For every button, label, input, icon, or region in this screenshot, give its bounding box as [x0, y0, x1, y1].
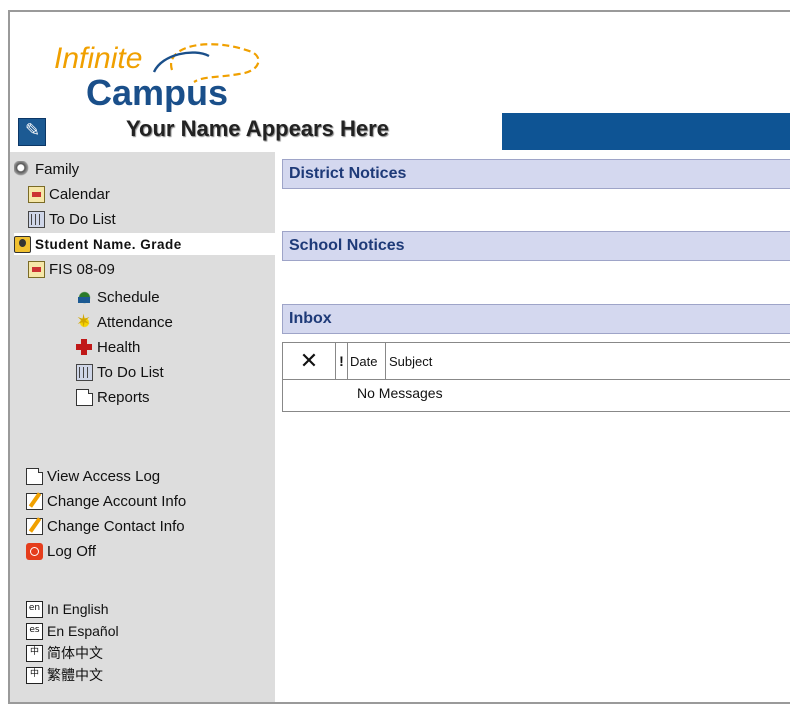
language-en-icon: en	[26, 600, 43, 618]
log-off-link[interactable]: Log Off	[26, 540, 96, 562]
subject-column-header[interactable]: Subject	[386, 343, 790, 379]
health-cross-icon	[76, 338, 93, 356]
school-notices-header: School Notices	[282, 231, 790, 261]
sidebar: Family Calendar To Do List Student Name.…	[10, 152, 275, 702]
sidebar-item-schedule[interactable]: Schedule	[76, 286, 160, 308]
view-access-log-link[interactable]: View Access Log	[26, 465, 160, 487]
sidebar-item-health[interactable]: Health	[76, 336, 140, 358]
student-icon	[14, 235, 31, 253]
sidebar-item-label: In English	[47, 601, 109, 617]
sidebar-item-label: Calendar	[49, 185, 110, 203]
attendance-sun-icon	[76, 311, 93, 332]
sidebar-item-label: Log Off	[47, 542, 96, 560]
language-zh-icon: 中	[26, 666, 43, 684]
sidebar-item-student-todo[interactable]: To Do List	[76, 361, 164, 383]
language-traditional-chinese-link[interactable]: 中 繁體中文	[26, 664, 103, 686]
sidebar-item-reports[interactable]: Reports	[76, 386, 150, 408]
document-icon	[76, 388, 93, 406]
edit-profile-icon[interactable]: ✎	[18, 118, 46, 146]
language-english-link[interactable]: en In English	[26, 598, 108, 620]
change-account-info-link[interactable]: Change Account Info	[26, 490, 186, 512]
sidebar-item-label: View Access Log	[47, 467, 161, 485]
calendar-icon	[28, 185, 45, 203]
sidebar-item-label: To Do List	[49, 210, 116, 228]
change-contact-info-link[interactable]: Change Contact Info	[26, 515, 185, 537]
language-simplified-chinese-link[interactable]: 中 简体中文	[26, 642, 103, 664]
sidebar-item-family-todo[interactable]: To Do List	[28, 208, 116, 230]
sidebar-item-family[interactable]: Family	[14, 158, 79, 180]
sidebar-item-label: Attendance	[97, 313, 173, 331]
language-spanish-link[interactable]: es En Español	[26, 620, 119, 642]
todo-list-icon	[28, 210, 45, 228]
sidebar-item-label: 简体中文	[47, 646, 103, 662]
sidebar-item-calendar-year[interactable]: FIS 08-09	[28, 258, 115, 280]
todo-list-icon	[76, 363, 93, 381]
document-icon	[26, 467, 43, 485]
sidebar-item-attendance[interactable]: Attendance	[76, 311, 173, 333]
language-zh-icon: 中	[26, 644, 43, 662]
power-icon	[26, 542, 43, 560]
sidebar-item-label: Change Contact Info	[47, 517, 185, 535]
calendar-icon	[28, 260, 45, 278]
edit-document-icon	[26, 517, 43, 535]
inbox-empty-message: No Messages	[357, 385, 443, 401]
language-es-icon: es	[26, 622, 43, 640]
sidebar-item-label: To Do List	[97, 363, 164, 381]
sidebar-item-label: FIS 08-09	[49, 260, 115, 278]
sidebar-item-label: Reports	[97, 388, 150, 406]
priority-column-header[interactable]: !	[336, 343, 348, 379]
sidebar-item-label: En Español	[47, 623, 119, 639]
sidebar-item-student[interactable]: Student Name. Grade	[14, 233, 275, 255]
family-icon	[14, 160, 31, 178]
logo-text-infinite: Infinite	[54, 42, 143, 75]
sidebar-item-label: 繁體中文	[47, 668, 103, 684]
user-name: Your Name Appears Here	[126, 116, 389, 141]
sidebar-item-label: Student Name. Grade	[35, 236, 182, 252]
infinite-campus-logo: Infinite Campus	[44, 28, 284, 118]
district-notices-header: District Notices	[282, 159, 790, 189]
banner-bar	[502, 113, 790, 150]
delete-column-icon[interactable]: ✕	[283, 343, 336, 379]
logo-text-campus: Campus	[86, 72, 229, 113]
sidebar-item-label: Health	[97, 338, 141, 356]
portal-window: Infinite Campus ✎ Your Name Appears Here…	[8, 10, 790, 704]
sidebar-item-label: Change Account Info	[47, 492, 187, 510]
date-column-header[interactable]: Date	[348, 343, 386, 379]
sidebar-item-family-calendar[interactable]: Calendar	[28, 183, 110, 205]
header-banner: ✎ Your Name Appears Here	[10, 112, 790, 150]
inbox-table: ✕ ! Date Subject No Messages	[282, 342, 790, 412]
sidebar-item-label: Schedule	[97, 288, 160, 306]
sidebar-item-label: Family	[35, 160, 80, 178]
schedule-icon	[76, 288, 93, 306]
inbox-header: Inbox	[282, 304, 790, 334]
edit-document-icon	[26, 492, 43, 510]
inbox-column-headers: ✕ ! Date Subject	[283, 343, 790, 380]
